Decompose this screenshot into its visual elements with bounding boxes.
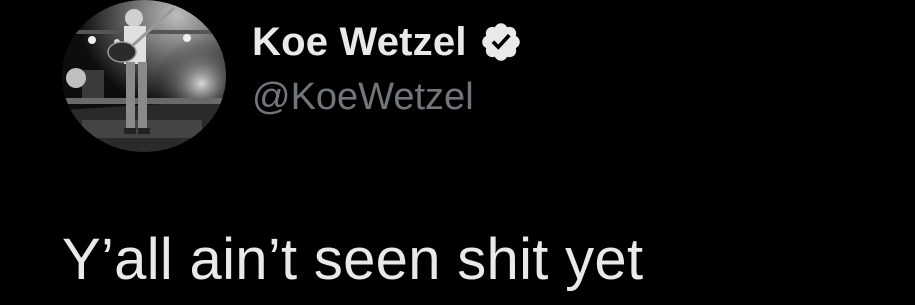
author-name-row[interactable]: Koe Wetzel <box>252 16 523 68</box>
verified-badge-icon <box>481 23 520 61</box>
concert-photo-avatar <box>62 0 226 152</box>
tweet-text: Y’all ain’t seen shit yet <box>62 227 644 292</box>
tweet-card: Koe Wetzel @KoeWetzel Y’all ain’t seen s… <box>0 0 915 305</box>
avatar[interactable] <box>62 0 226 152</box>
display-name[interactable]: Koe Wetzel <box>252 20 467 65</box>
username-handle[interactable]: @KoeWetzel <box>252 76 474 119</box>
